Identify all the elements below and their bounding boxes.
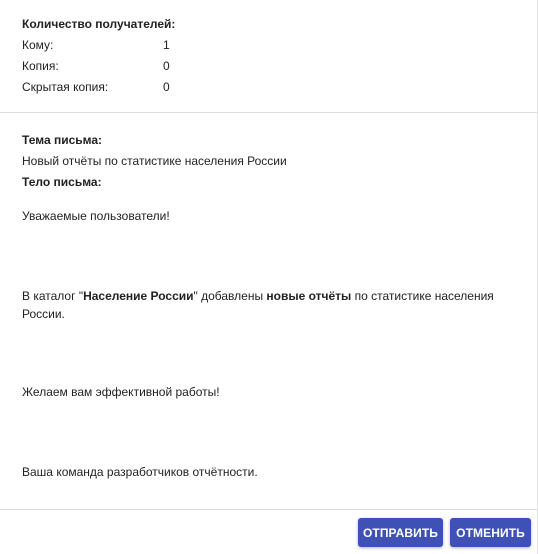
body-wish: Желаем вам эффективной работы! — [22, 385, 220, 399]
body-text: В каталог " — [22, 289, 84, 303]
recipient-count-bcc: 0 — [163, 80, 170, 94]
recipient-label-cc: Копия: — [22, 59, 59, 73]
recipients-title: Количество получателей: — [22, 17, 176, 31]
body-announcement: В каталог "Население России" добавлены н… — [22, 287, 518, 323]
recipient-row-bcc: Скрытая копия: 0 — [22, 79, 522, 95]
recipient-row-to: Кому: 1 — [22, 37, 522, 53]
send-mail-dialog: Количество получателей: Кому: 1 Копия: 0… — [0, 0, 538, 554]
subject-value: Новый отчёты по статистике населения Рос… — [22, 154, 287, 168]
recipient-row-cc: Копия: 0 — [22, 58, 522, 74]
recipients-summary: Количество получателей: Кому: 1 Копия: 0… — [22, 16, 522, 95]
catalog-name: Население России — [83, 289, 194, 303]
recipient-count-cc: 0 — [163, 59, 170, 73]
subject-title: Тема письма: — [22, 133, 103, 147]
recipient-count-to: 1 — [163, 38, 170, 52]
body-signature: Ваша команда разработчиков отчётности. — [22, 465, 258, 479]
recipient-label-to: Кому: — [22, 38, 54, 52]
new-reports-text: новые отчёты — [266, 289, 352, 303]
recipient-label-bcc: Скрытая копия: — [22, 80, 109, 94]
send-button[interactable]: ОТПРАВИТЬ — [358, 518, 443, 547]
body-greeting: Уважаемые пользователи! — [22, 209, 170, 223]
divider — [0, 509, 537, 510]
divider — [0, 112, 537, 113]
body-text: " добавлены — [193, 289, 267, 303]
cancel-button[interactable]: ОТМЕНИТЬ — [450, 518, 531, 547]
body-title: Тело письма: — [22, 175, 102, 189]
mail-header: Тема письма: Новый отчёты по статистике … — [22, 132, 522, 190]
